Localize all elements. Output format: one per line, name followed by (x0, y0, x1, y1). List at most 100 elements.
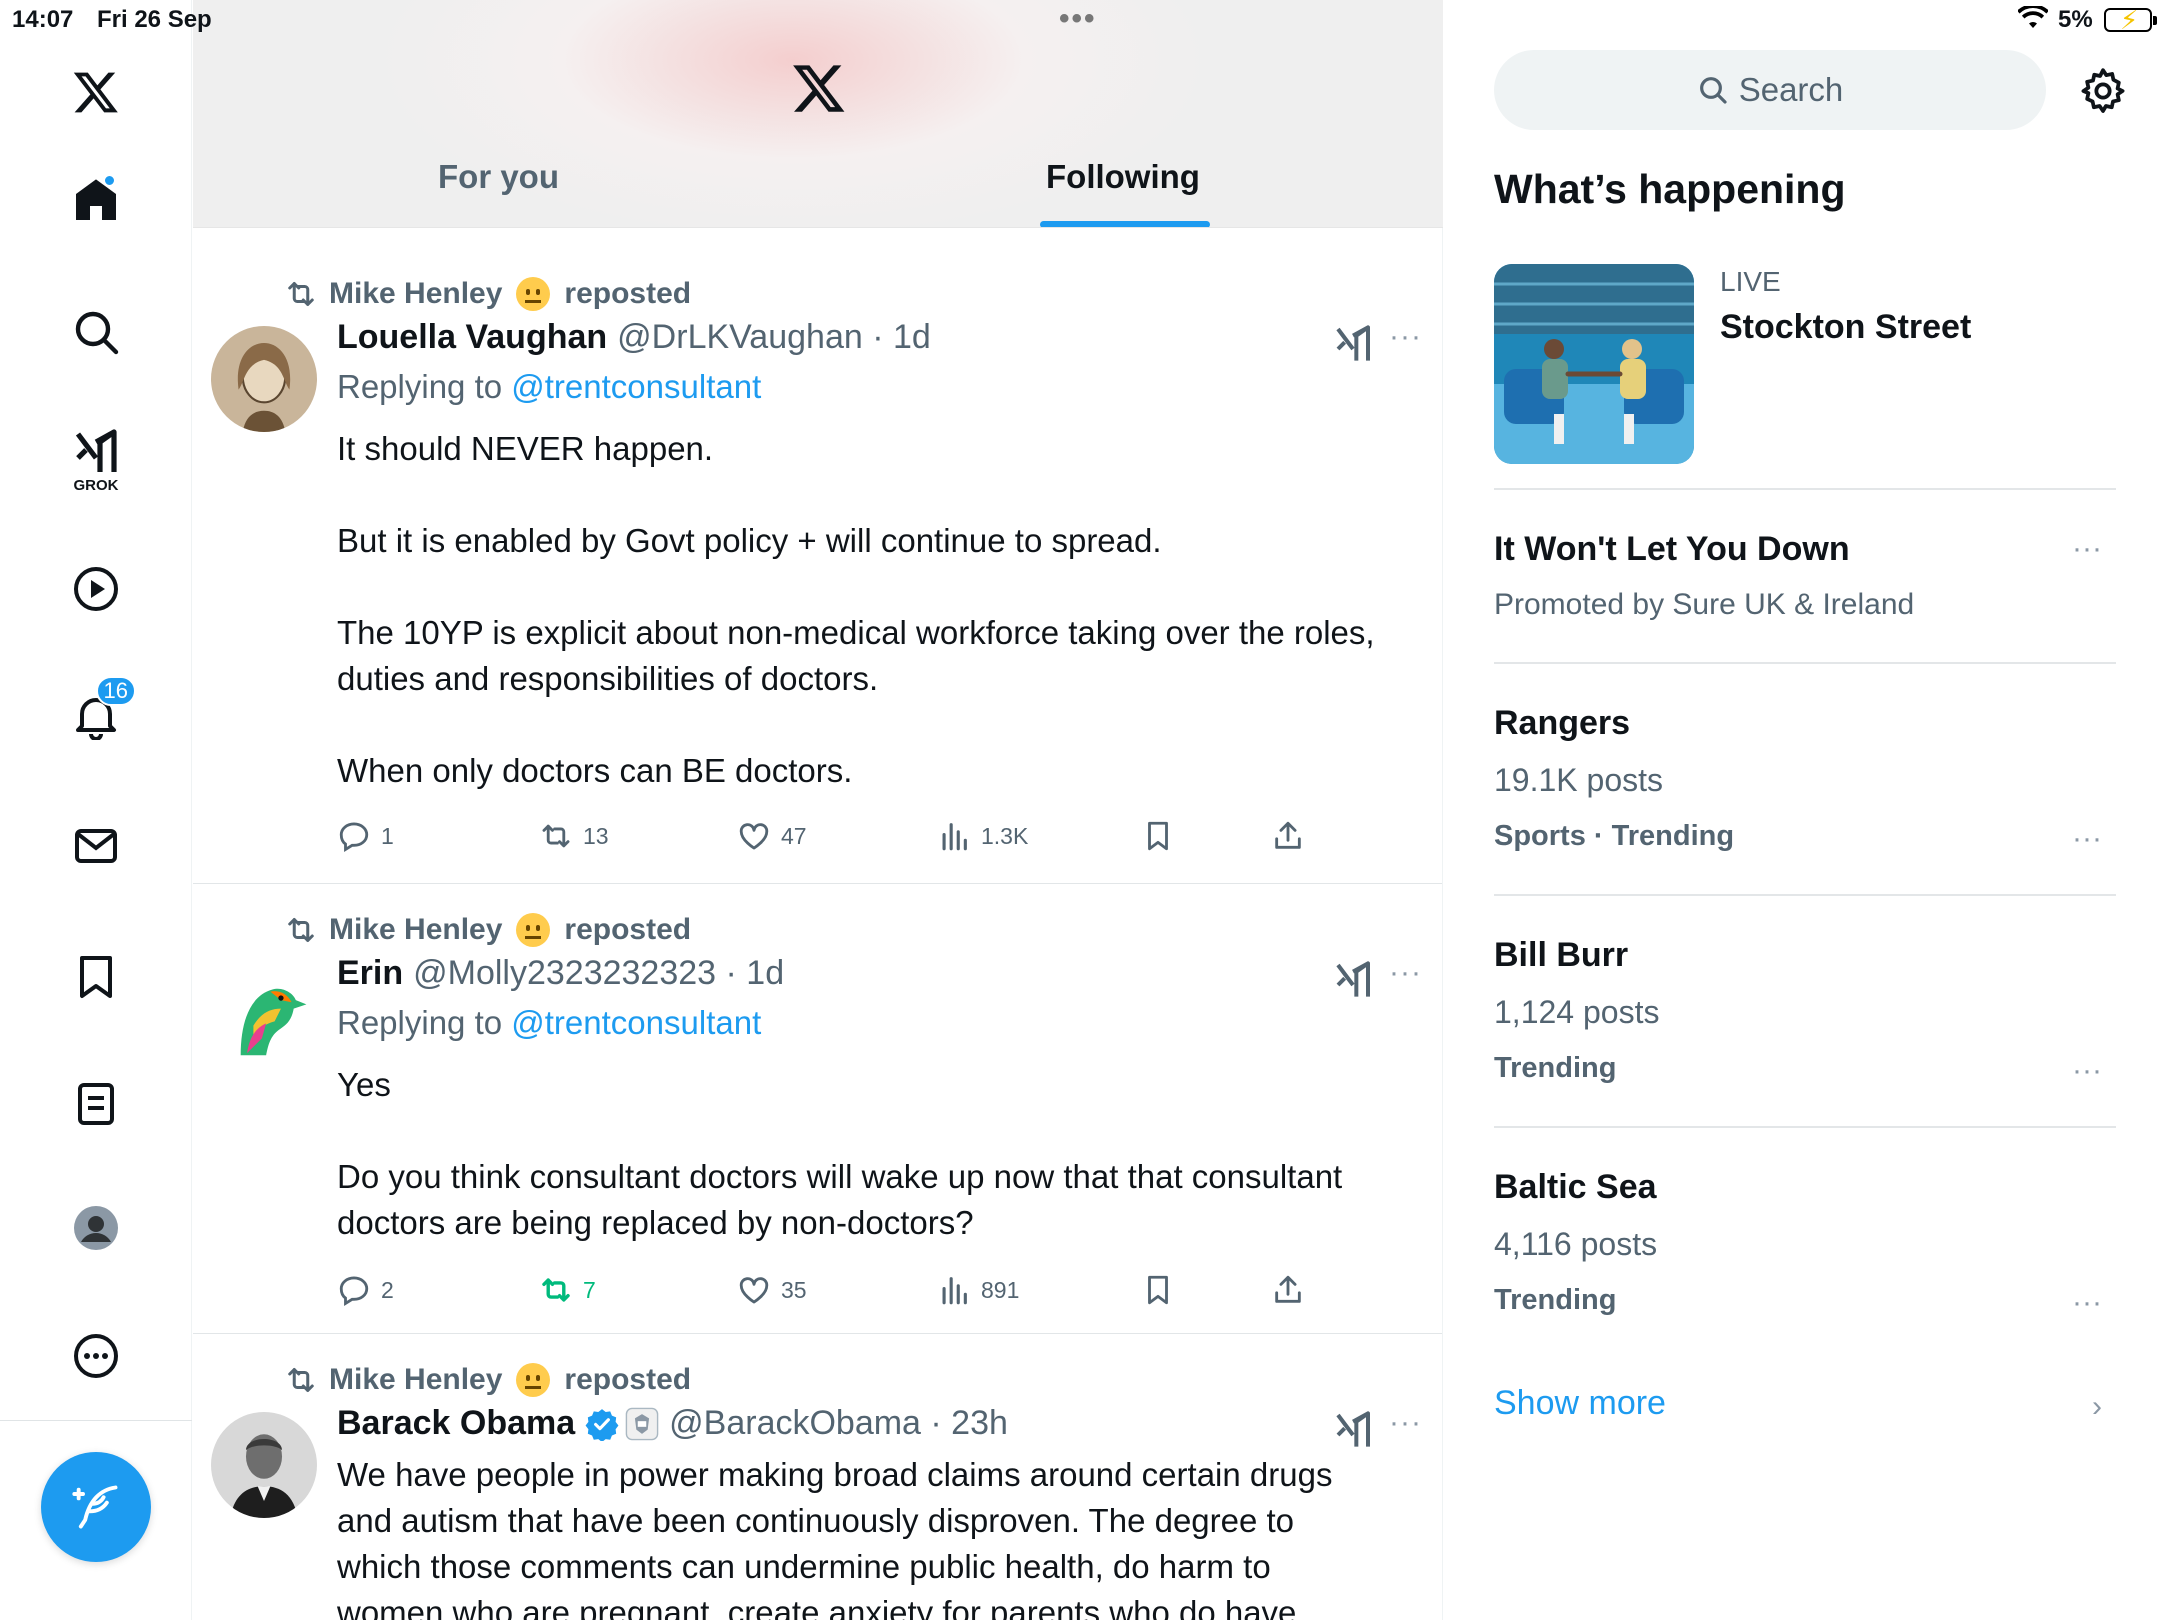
post-more-icon[interactable]: ··· (1389, 320, 1422, 354)
replying-handle[interactable]: @trentconsultant (511, 368, 761, 405)
author-handle-time[interactable]: @DrLKVaughan · 1d (617, 318, 931, 357)
bookmark-icon (1148, 821, 1168, 851)
lists-icon[interactable] (62, 1070, 130, 1138)
trend-post-count: 4,116 posts (1494, 1226, 1658, 1262)
like-button[interactable]: 47 (737, 819, 807, 853)
replying-to: Replying to @trentconsultant (337, 368, 761, 406)
trend-more-icon[interactable]: ··· (2072, 1286, 2102, 1320)
trend-more-icon[interactable]: ··· (2072, 822, 2102, 856)
post-author-row: Barack Obama @BarackObama · 23h (337, 1404, 1008, 1443)
status-bar: 14:07 Fri 26 Sep ••• 5% ⚡ (0, 0, 2160, 40)
more-options-icon[interactable] (62, 1322, 130, 1390)
post-more-icon[interactable]: ··· (1389, 956, 1422, 990)
trend-more-icon[interactable]: ··· (2072, 1054, 2102, 1088)
reposter-name[interactable]: Mike Henley (329, 913, 502, 947)
author-name[interactable]: Louella Vaughan (337, 318, 607, 357)
repost-button[interactable]: 13 (539, 819, 609, 853)
search-input[interactable]: Search (1494, 50, 2046, 130)
like-count: 47 (781, 822, 807, 849)
post-text: We have people in power making broad cla… (337, 1456, 1333, 1620)
reposted-label: reposted (564, 277, 692, 310)
search-icon (1699, 77, 1727, 104)
like-button[interactable]: 35 (737, 1273, 807, 1307)
share-icon (1275, 821, 1301, 849)
government-seal-icon (625, 1407, 659, 1440)
messages-envelope-icon[interactable] (62, 812, 130, 880)
repost-icon (288, 918, 314, 942)
section-divider (1494, 894, 2116, 896)
live-event-title[interactable]: Stockton Street (1720, 308, 1971, 347)
tab-for-you[interactable]: For you (438, 158, 559, 196)
repost-button[interactable]: 7 (539, 1273, 596, 1307)
trend-category: Sports · Trending (1494, 820, 1735, 852)
repost-count: 13 (583, 822, 609, 849)
status-time: 14:07 (12, 6, 74, 33)
x-logo-icon[interactable] (62, 58, 130, 126)
grok-label: GROK (73, 477, 119, 494)
reply-button[interactable]: 1 (337, 819, 394, 853)
explore-search-icon[interactable] (62, 298, 130, 366)
live-event-thumbnail[interactable] (1494, 264, 1694, 464)
replying-prefix: Replying to (337, 1004, 512, 1041)
share-button[interactable] (1271, 819, 1305, 853)
replying-handle[interactable]: @trentconsultant (511, 1004, 761, 1041)
avatar[interactable] (211, 1412, 317, 1518)
home-icon[interactable] (62, 166, 130, 234)
views-chart-icon (942, 823, 967, 851)
multitasking-dots-icon[interactable]: ••• (1059, 2, 1097, 36)
grok-explain-icon[interactable] (1333, 1410, 1373, 1450)
reposted-label: reposted (564, 1363, 692, 1396)
grok-explain-icon[interactable] (1333, 324, 1373, 364)
raised-eyebrow-emoji-icon (516, 1363, 551, 1397)
bookmark-button[interactable] (1141, 1273, 1175, 1307)
unread-dot (103, 174, 116, 187)
reply-button[interactable]: 2 (337, 1273, 394, 1307)
tab-following[interactable]: Following (1046, 158, 1200, 196)
bookmarks-icon[interactable] (62, 942, 130, 1010)
bookmark-button[interactable] (1141, 819, 1175, 853)
reposted-label: reposted (564, 913, 692, 946)
avatar[interactable] (211, 326, 317, 432)
views-button[interactable]: 891 (937, 1273, 1019, 1307)
settings-gear-icon[interactable] (2078, 66, 2128, 116)
reposter-name[interactable]: Mike Henley (329, 1363, 502, 1397)
section-divider (1494, 1126, 2116, 1128)
views-button[interactable]: 1.3K (937, 819, 1028, 853)
x-logo-icon[interactable] (791, 60, 847, 116)
promoted-more-icon[interactable]: ··· (2072, 532, 2102, 566)
author-handle-time[interactable]: @BarackObama · 23h (669, 1404, 1008, 1443)
show-more-link[interactable]: Show more (1494, 1384, 1666, 1423)
like-count: 35 (781, 1276, 807, 1303)
raised-eyebrow-emoji-icon (516, 913, 551, 947)
chevron-right-icon[interactable]: › (2092, 1390, 2102, 1424)
grok-icon[interactable]: GROK (62, 418, 130, 494)
avatar[interactable] (211, 962, 317, 1068)
profile-avatar-icon[interactable] (62, 1194, 130, 1262)
post[interactable]: Mike Henley reposted Louella Vaughan @Dr… (193, 248, 1442, 884)
section-divider (1494, 488, 2116, 490)
trend-title[interactable]: Bill Burr (1494, 936, 1628, 975)
trend-title[interactable]: Baltic Sea (1494, 1168, 1657, 1207)
notifications-bell-icon[interactable]: 16 (62, 676, 136, 750)
post[interactable]: Mike Henley reposted Erin @Molly23232323… (193, 884, 1442, 1334)
video-play-icon[interactable] (62, 555, 130, 623)
promoted-title[interactable]: It Won't Let You Down (1494, 530, 1850, 569)
grok-explain-icon[interactable] (1333, 960, 1373, 1000)
compose-post-button[interactable] (41, 1452, 151, 1562)
trend-title[interactable]: Rangers (1494, 704, 1630, 743)
post-more-icon[interactable]: ··· (1389, 1406, 1422, 1440)
timeline-feed: Mike Henley reposted Louella Vaughan @Dr… (193, 228, 1443, 1620)
reposter-name[interactable]: Mike Henley (329, 277, 502, 311)
share-button[interactable] (1271, 1273, 1305, 1307)
battery-percent: 5% (2058, 6, 2093, 33)
whats-happening-heading: What’s happening (1494, 166, 1846, 212)
author-handle-time[interactable]: @Molly2323232323 · 1d (413, 954, 784, 993)
live-label: LIVE (1720, 266, 1781, 297)
heart-icon (739, 1277, 769, 1304)
reply-icon (339, 1276, 369, 1306)
raised-eyebrow-emoji-icon (516, 277, 551, 311)
author-name[interactable]: Erin (337, 954, 403, 993)
post[interactable]: Mike Henley reposted Barack Obama @Barac… (193, 1334, 1442, 1620)
author-name[interactable]: Barack Obama (337, 1404, 575, 1443)
section-divider (1494, 662, 2116, 664)
